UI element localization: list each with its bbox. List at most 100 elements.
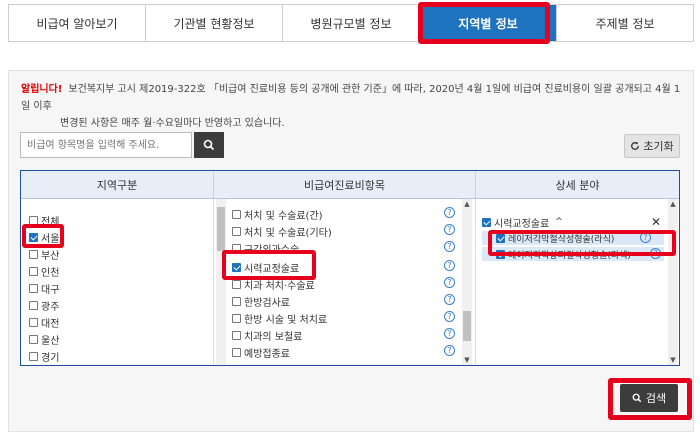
item-row[interactable]: 치과의 보철료 (232, 328, 302, 343)
items-header: 비급여진료비항목 (214, 171, 476, 198)
tab-topic[interactable]: 주제별 정보 (557, 5, 694, 41)
question-icon[interactable]: ? (650, 248, 661, 259)
question-icon[interactable]: ? (444, 260, 455, 271)
refresh-icon (631, 141, 640, 150)
detail-group-checkbox[interactable] (482, 217, 491, 227)
region-item-seoul[interactable]: 서울 (29, 230, 59, 245)
region-checkbox[interactable] (29, 301, 38, 310)
region-checkbox[interactable] (29, 352, 38, 361)
item-checkbox[interactable] (232, 280, 241, 289)
question-icon[interactable]: ? (444, 207, 455, 218)
detail-label: 레이저각막상피절삭성형술(라섹) (508, 250, 631, 261)
region-label: 서울 (41, 234, 60, 245)
notice-label: 알립니다! (21, 84, 63, 95)
region-label: 전체 (41, 217, 60, 228)
detail-rows: 레이저각막절삭성형술(라식) ? 레이저각막상피절삭성형술(라섹) ? (482, 231, 664, 261)
detail-list: 시력교정술료 ^ ✕ 레이저각막절삭성형술(라식) ? 레이저각막상피절삭성형술… (476, 199, 679, 365)
region-scrollbar[interactable] (216, 199, 226, 365)
tab-nonpay-overview[interactable]: 비급여 알아보기 (9, 5, 146, 41)
item-label: 시력교정술료 (244, 264, 300, 275)
category-selector: 지역구분 비급여진료비항목 상세 분야 전체 서울 부산 인천 대구 광주 대전… (20, 170, 680, 366)
region-item-all[interactable]: 전체 (29, 213, 59, 228)
region-checkbox[interactable] (29, 233, 38, 242)
region-checkbox[interactable] (29, 250, 38, 259)
detail-group[interactable]: 시력교정술료 ^ ✕ (482, 213, 667, 231)
item-label: 처치 및 수술료(기타) (244, 228, 332, 239)
region-checkbox[interactable] (29, 335, 38, 344)
question-icon[interactable]: ? (444, 241, 455, 252)
item-row[interactable]: 처치 및 수술료(간) (232, 207, 323, 222)
item-checkbox[interactable] (232, 244, 241, 253)
detail-header: 상세 분야 (555, 178, 600, 192)
item-row[interactable]: 한방 시술 및 처치료 (232, 311, 327, 326)
search-icon (203, 139, 215, 151)
scroll-up-icon[interactable]: ▲ (668, 199, 678, 209)
detail-group-label: 시력교정술료 (494, 218, 550, 230)
item-label: 처치 및 수술료(간) (244, 211, 323, 222)
detail-checkbox[interactable] (496, 233, 505, 243)
item-row[interactable]: 치과 처치·수술료 (232, 277, 315, 292)
notice-line1: 보건복지부 고시 제2019-322호 「비급여 진료비용 등의 공개에 관한 … (21, 84, 681, 112)
question-icon[interactable]: ? (444, 328, 455, 339)
item-row[interactable]: 처치 및 수술료(기타) (232, 224, 332, 239)
chevron-up-icon[interactable]: ^ (555, 217, 563, 227)
question-icon[interactable]: ? (444, 345, 455, 356)
detail-row-lasek[interactable]: 레이저각막상피절삭성형술(라섹) ? (482, 247, 664, 261)
reset-button[interactable]: 초기화 (624, 134, 680, 158)
search-button[interactable] (194, 132, 224, 158)
question-icon[interactable]: ? (444, 277, 455, 288)
item-label: 한방 시술 및 처치료 (244, 315, 328, 326)
detail-row-lasik[interactable]: 레이저각막절삭성형술(라식) ? (482, 231, 664, 245)
scroll-down-icon[interactable]: ▼ (462, 355, 472, 365)
region-item-ulsan[interactable]: 울산 (29, 332, 59, 347)
item-checkbox[interactable] (232, 297, 241, 306)
scroll-up-icon[interactable]: ▲ (462, 199, 472, 209)
detail-scrollbar[interactable]: ▲ ▼ (668, 199, 678, 365)
region-checkbox[interactable] (29, 284, 38, 293)
tab-bar: 비급여 알아보기 기관별 현황정보 병원규모별 정보 지역별 정보 주제별 정보 (8, 4, 694, 42)
item-checkbox[interactable] (232, 263, 241, 272)
tab-hospital-size[interactable]: 병원규모별 정보 (283, 5, 420, 41)
item-checkbox[interactable] (232, 314, 241, 323)
item-label: 예방접종료 (244, 349, 290, 360)
notice-line2: 변경된 사항은 매주 월·수요일마다 반영하고 있습니다. (60, 118, 285, 129)
search-input[interactable] (20, 132, 192, 158)
region-item-gwangju[interactable]: 광주 (29, 298, 59, 313)
region-label: 부산 (41, 251, 60, 262)
item-row[interactable]: 한방검사료 (232, 294, 290, 309)
region-item-daejeon[interactable]: 대전 (29, 315, 59, 330)
tab-region[interactable]: 지역별 정보 (420, 5, 557, 41)
selector-header: 지역구분 비급여진료비항목 상세 분야 (21, 171, 679, 199)
region-item-daegu[interactable]: 대구 (29, 281, 59, 296)
region-item-gyeonggi[interactable]: 경기 (29, 349, 59, 364)
notice-box: 알립니다! 보건복지부 고시 제2019-322호 「비급여 진료비용 등의 공개… (21, 81, 681, 132)
submit-search-button[interactable]: 검색 (620, 384, 678, 412)
region-checkbox[interactable] (29, 267, 38, 276)
items-scroll-thumb[interactable] (463, 311, 471, 341)
question-icon[interactable]: ? (444, 224, 455, 235)
region-checkbox[interactable] (29, 318, 38, 327)
detail-checkbox[interactable] (496, 249, 505, 259)
item-checkbox[interactable] (232, 227, 241, 236)
question-icon[interactable]: ? (444, 294, 455, 305)
region-checkbox[interactable] (29, 216, 38, 225)
submit-search-label: 검색 (645, 392, 667, 405)
question-icon[interactable]: ? (444, 311, 455, 322)
tab-institution-status[interactable]: 기관별 현황정보 (146, 5, 283, 41)
detail-label: 레이저각막절삭성형술(라식) (508, 234, 615, 245)
question-icon[interactable]: ? (640, 232, 651, 243)
scroll-down-icon[interactable]: ▼ (668, 355, 678, 365)
item-row[interactable]: 구강외과수술 (232, 241, 299, 256)
region-scroll-thumb[interactable] (217, 207, 225, 251)
reset-label: 초기화 (643, 140, 674, 153)
region-item-busan[interactable]: 부산 (29, 247, 59, 262)
region-item-incheon[interactable]: 인천 (29, 264, 59, 279)
item-row-vision-correction[interactable]: 시력교정술료 (232, 260, 299, 275)
close-icon[interactable]: ✕ (651, 215, 667, 229)
items-scrollbar[interactable]: ▲ ▼ (462, 199, 472, 365)
item-row[interactable]: 예방접종료 (232, 345, 290, 360)
item-checkbox[interactable] (232, 210, 241, 219)
region-header: 지역구분 (21, 171, 214, 198)
item-checkbox[interactable] (232, 348, 241, 357)
item-checkbox[interactable] (232, 331, 241, 340)
